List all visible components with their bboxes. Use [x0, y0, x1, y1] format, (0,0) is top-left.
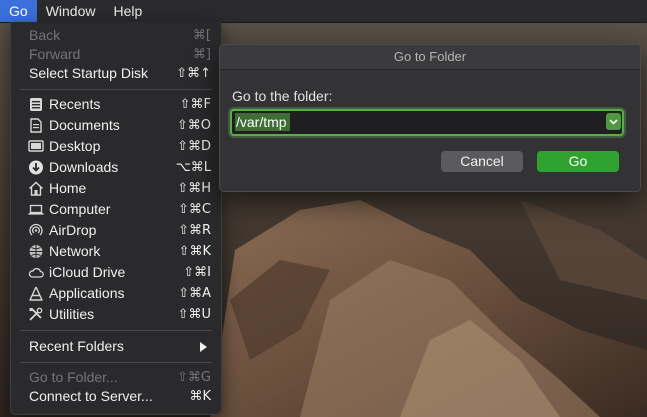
- menu-item-shortcut: ⇧⌘↑: [176, 66, 211, 81]
- menu-separator: [20, 362, 212, 363]
- home-icon: [29, 181, 43, 196]
- menu-item-desktop[interactable]: Desktop ⇧⌘D: [11, 136, 221, 157]
- airdrop-icon: [29, 223, 43, 236]
- menu-item-label: Go to Folder...: [29, 369, 118, 385]
- menu-item-label: Forward: [29, 46, 81, 62]
- documents-icon: [30, 118, 42, 133]
- folder-path-input[interactable]: [234, 112, 598, 131]
- network-icon: [29, 245, 43, 258]
- menu-item-shortcut: ⇧⌘R: [178, 223, 211, 238]
- menu-item-go-to-folder[interactable]: Go to Folder... ⇧⌘G: [11, 367, 221, 388]
- menu-item-label: AirDrop: [49, 222, 97, 238]
- menu-separator: [20, 89, 212, 90]
- path-history-dropdown-button[interactable]: [606, 113, 621, 130]
- menu-item-label: Documents: [49, 117, 120, 133]
- menu-item-label: Utilities: [49, 306, 95, 322]
- dialog-prompt: Go to the folder:: [232, 88, 333, 104]
- menu-item-shortcut: ⇧⌘G: [177, 370, 211, 385]
- menu-item-label: Home: [49, 180, 87, 196]
- folder-path-combobox[interactable]: [230, 109, 624, 136]
- menu-item-downloads[interactable]: Downloads ⌥⌘L: [11, 157, 221, 178]
- menubar-window[interactable]: Window: [37, 0, 105, 22]
- menu-item-shortcut: ⇧⌘H: [177, 181, 211, 196]
- menu-item-shortcut: ⇧⌘K: [178, 244, 211, 259]
- cancel-button[interactable]: Cancel: [441, 151, 523, 172]
- menu-item-documents[interactable]: Documents ⇧⌘O: [11, 115, 221, 136]
- menu-item-label: Network: [49, 243, 101, 259]
- computer-icon: [28, 204, 44, 215]
- menu-item-label: Computer: [49, 201, 111, 217]
- chevron-down-icon: [609, 119, 618, 125]
- submenu-arrow-icon: [200, 342, 207, 352]
- menu-item-shortcut: ⇧⌘C: [178, 202, 211, 217]
- menu-item-label: iCloud Drive: [49, 264, 126, 280]
- menu-item-label: Connect to Server...: [29, 388, 153, 404]
- menu-item-shortcut: ⇧⌘I: [183, 265, 211, 280]
- go-menu: Back ⌘[ Forward ⌘] Select Startup Disk ⇧…: [10, 22, 222, 415]
- menu-item-label: Recents: [49, 96, 101, 112]
- dialog-title: Go to Folder: [220, 45, 640, 70]
- menu-item-label: Applications: [49, 285, 125, 301]
- menu-item-home[interactable]: Home ⇧⌘H: [11, 178, 221, 199]
- menu-item-shortcut: ⇧⌘D: [177, 139, 211, 154]
- menu-item-label: Recent Folders: [29, 338, 124, 354]
- menu-item-network[interactable]: Network ⇧⌘K: [11, 241, 221, 262]
- menu-item-forward[interactable]: Forward ⌘]: [11, 44, 221, 65]
- menu-item-shortcut: ⇧⌘U: [177, 307, 211, 322]
- downloads-icon: [29, 160, 43, 175]
- menu-item-shortcut: ⌘[: [192, 28, 211, 43]
- menu-item-airdrop[interactable]: AirDrop ⇧⌘R: [11, 220, 221, 241]
- menu-item-utilities[interactable]: Utilities ⇧⌘U: [11, 304, 221, 325]
- menu-item-label: Downloads: [49, 159, 119, 175]
- menu-item-shortcut: ⇧⌘O: [176, 118, 211, 133]
- menu-item-icloud-drive[interactable]: iCloud Drive ⇧⌘I: [11, 262, 221, 283]
- menu-item-label: Desktop: [49, 138, 101, 154]
- menu-item-back[interactable]: Back ⌘[: [11, 25, 221, 46]
- menu-item-shortcut: ⇧⌘A: [178, 286, 211, 301]
- menubar-go[interactable]: Go: [0, 0, 37, 22]
- menu-item-applications[interactable]: Applications ⇧⌘A: [11, 283, 221, 304]
- menu-item-shortcut: ⌘K: [189, 389, 211, 404]
- menu-item-label: Select Startup Disk: [29, 65, 149, 81]
- go-to-folder-dialog: Go to Folder Go to the folder: Cancel Go: [219, 44, 641, 192]
- go-button[interactable]: Go: [537, 151, 619, 172]
- menu-item-shortcut: ⇧⌘F: [179, 97, 211, 112]
- desktop-icon: [28, 140, 44, 152]
- menu-item-shortcut: ⌘]: [192, 47, 211, 62]
- menu-item-recent-folders[interactable]: Recent Folders: [11, 336, 221, 357]
- menu-item-shortcut: ⌥⌘L: [175, 160, 211, 175]
- utilities-icon: [29, 307, 43, 321]
- icloud-icon: [28, 268, 44, 278]
- menu-bar: Go Window Help: [0, 0, 647, 23]
- menu-item-select-startup-disk[interactable]: Select Startup Disk ⇧⌘↑: [11, 63, 221, 84]
- menu-separator: [20, 330, 212, 331]
- menu-item-computer[interactable]: Computer ⇧⌘C: [11, 199, 221, 220]
- menu-item-connect-to-server[interactable]: Connect to Server... ⌘K: [11, 386, 221, 407]
- recents-icon: [30, 98, 42, 111]
- applications-icon: [29, 286, 43, 301]
- menubar-help[interactable]: Help: [104, 0, 151, 22]
- menu-item-recents[interactable]: Recents ⇧⌘F: [11, 94, 221, 115]
- menu-item-label: Back: [29, 27, 61, 43]
